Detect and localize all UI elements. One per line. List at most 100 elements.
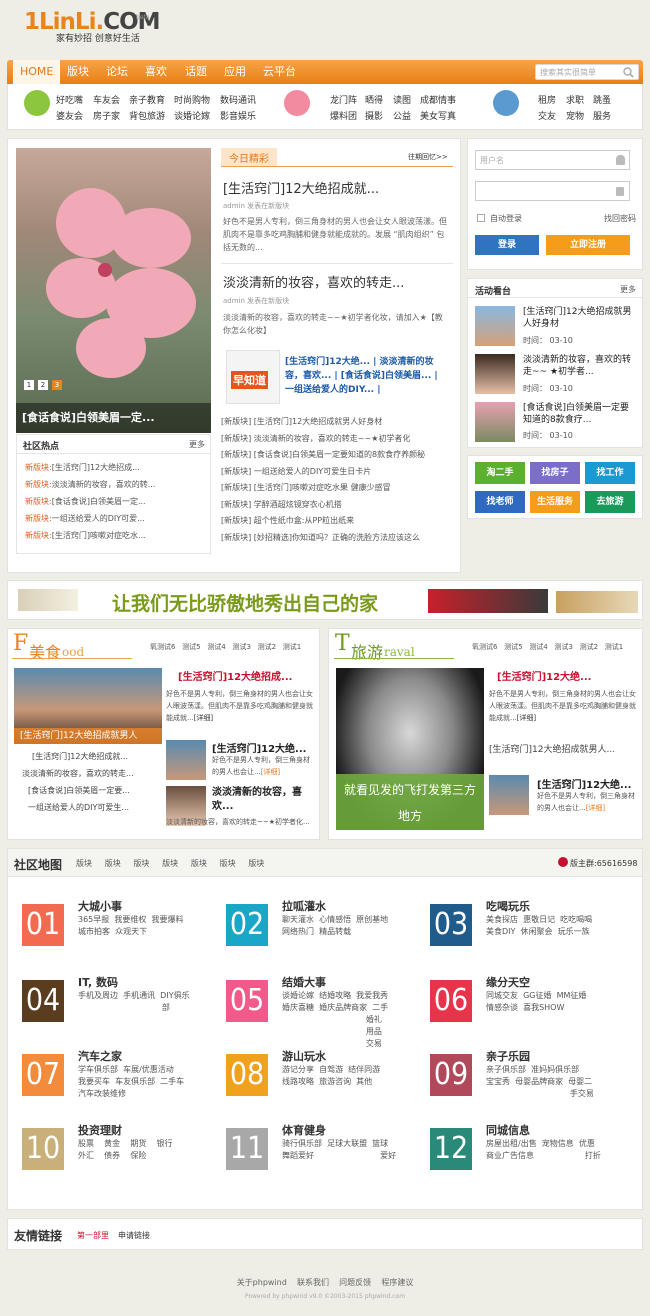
footer-link[interactable]: 程序建议 <box>381 1278 413 1287</box>
category-number[interactable]: 10 <box>22 1128 64 1170</box>
list-item[interactable]: 新版块:[食话食说]白领美眉一定... <box>25 493 155 510</box>
footer-link[interactable]: 关于phpwind <box>237 1278 287 1287</box>
tab-item[interactable]: 版块 <box>133 859 149 868</box>
category-title[interactable]: IT, 数码 <box>78 974 118 990</box>
activity-thumb[interactable] <box>475 354 515 394</box>
quick-link[interactable]: 晒得 <box>365 93 383 106</box>
category-number[interactable]: 07 <box>22 1054 64 1096</box>
category-number[interactable]: 04 <box>22 980 64 1022</box>
site-logo[interactable]: 1LinLi.COM 家有妙招 创意好生活 beta <box>24 10 164 52</box>
category-links[interactable]: 手机及周边 手机通讯 DIY俱乐 部 <box>78 990 190 1014</box>
list-item[interactable]: [新版块] 一组送给爱人的DIY可爱生日卡片 <box>221 464 425 481</box>
travel-side-title[interactable]: [生活窍门]12大绝... <box>537 776 631 791</box>
list-item[interactable]: [新版块] [生活窍门]12大绝招成就男人好身材 <box>221 414 425 431</box>
quick-link[interactable]: 求职 <box>566 93 584 106</box>
forgot-password-link[interactable]: 找回密码 <box>604 213 636 224</box>
community-more-link[interactable]: 更多 <box>189 439 205 450</box>
zhidao-links[interactable]: [生活窍门]12大绝... | 淡淡清新的妆容，喜欢... | [食话食说]白领… <box>285 355 445 397</box>
hot-caption[interactable]: [食话食说]白领美眉一定... <box>16 403 211 433</box>
quick-link[interactable]: 跳蚤 <box>593 93 611 106</box>
category-links[interactable]: 聊天灌水 心情感悟 原创基地 网络热门 精品转载 <box>282 914 388 938</box>
list-item[interactable]: [新版块] [妙招精选]你知道吗？正确的洗脸方法应该这么 <box>221 530 425 547</box>
tab-item[interactable]: 版块 <box>248 859 264 868</box>
list-item[interactable]: 一组送给爱人的DIY可爱生... <box>18 799 134 816</box>
list-item[interactable]: 新版块:一组送给爱人的DIY可爱... <box>25 510 155 527</box>
category-number[interactable]: 09 <box>430 1054 472 1096</box>
category-links[interactable]: 游记分享 自驾游 结伴同游 线路攻略 旅游咨询 其他 <box>282 1064 380 1088</box>
quick-link[interactable]: 交友 <box>538 109 556 122</box>
activity-more-link[interactable]: 更多 <box>620 284 636 295</box>
activity-item-title[interactable]: 淡淡清新的妆容，喜欢的转走~~ ★初学者... <box>523 354 635 378</box>
quick-link[interactable]: 影音娱乐 <box>220 109 256 122</box>
list-item[interactable]: [新版块] 学醉酒超炫镜穿衣心机搭 <box>221 497 425 514</box>
list-item[interactable]: 新版块:[生活窍门]12大绝招成... <box>25 459 155 476</box>
category-number[interactable]: 06 <box>430 980 472 1022</box>
nav-home[interactable]: HOME <box>13 60 61 84</box>
friend-link[interactable]: 第一部里 <box>77 1230 109 1241</box>
quick-link[interactable]: 好吃嘴 <box>56 93 83 106</box>
tab-item[interactable]: 测试2 <box>258 643 276 651</box>
tab-item[interactable]: 测试5 <box>182 643 200 651</box>
category-title[interactable]: 拉呱灌水 <box>282 898 326 914</box>
quick-link[interactable]: 服务 <box>593 109 611 122</box>
quick-link[interactable]: 谈婚论嫁 <box>174 109 210 122</box>
hot-image[interactable]: [食话食说]白领美眉一定... <box>16 148 211 433</box>
tab-item[interactable]: 版块 <box>76 859 92 868</box>
tab-item[interactable]: 测试1 <box>283 643 301 651</box>
service-house[interactable]: 找房子 <box>530 462 580 484</box>
category-title[interactable]: 汽车之家 <box>78 1048 122 1064</box>
category-number[interactable]: 02 <box>226 904 268 946</box>
list-item[interactable]: [生活窍门]12大绝招成就... <box>18 748 134 765</box>
category-links[interactable]: 同城交友 GG征婚 MM征婚 情感杂谈 喜我SHOW <box>486 990 586 1014</box>
article-title[interactable]: [生活窍门]12大绝招成就... <box>223 178 379 197</box>
category-links[interactable]: 亲子俱乐部 准妈妈俱乐部 宝宝秀 母婴品牌商家 母婴二 手交易 <box>486 1064 594 1100</box>
travel-main-title[interactable]: [生活窍门]12大绝... <box>497 668 591 683</box>
footer-link[interactable]: 问题反馈 <box>339 1278 371 1287</box>
nav-like[interactable]: 喜欢 <box>145 60 167 84</box>
category-links[interactable]: 学车俱乐部 车展/优惠活动 我要买车 车友俱乐部 二手车 汽车改装维修 <box>78 1064 184 1100</box>
quick-link[interactable]: 美女写真 <box>420 109 456 122</box>
service-life[interactable]: 生活服务 <box>530 491 580 513</box>
banner[interactable]: 让我们无比骄傲地秀出自己的家 <box>7 580 643 620</box>
category-number[interactable]: 01 <box>22 904 64 946</box>
nav-app[interactable]: 应用 <box>224 60 246 84</box>
nav-topic[interactable]: 话题 <box>185 60 207 84</box>
apply-link[interactable]: 申请链接 <box>118 1230 150 1241</box>
category-number[interactable]: 03 <box>430 904 472 946</box>
list-item[interactable]: [食话食说]白领美眉一定要... <box>18 782 134 799</box>
remember-checkbox[interactable] <box>477 214 485 222</box>
tab-item[interactable]: 测试3 <box>232 643 250 651</box>
category-links[interactable]: 谈婚论嫁 结婚攻略 我爱我秀 婚庆喜糖 婚庆品牌商家 二手 婚礼 用品 交易 <box>282 990 388 1050</box>
activity-item-title[interactable]: [生活窍门]12大绝招成就男人好身材 <box>523 306 635 330</box>
quick-link[interactable]: 读图 <box>393 93 411 106</box>
quick-link[interactable]: 龙门阵 <box>330 93 357 106</box>
list-item[interactable]: 新版块:[生活窍门]咳嗽对症吃水... <box>25 527 155 544</box>
service-secondhand[interactable]: 淘二手 <box>475 462 525 484</box>
password-input[interactable] <box>475 181 630 201</box>
slide-page-2[interactable]: 2 <box>38 380 48 390</box>
service-travel[interactable]: 去旅游 <box>585 491 635 513</box>
tab-item[interactable]: 版块 <box>105 859 121 868</box>
nav-cloud[interactable]: 云平台 <box>263 60 296 84</box>
category-number[interactable]: 08 <box>226 1054 268 1096</box>
activity-item-title[interactable]: [食话食说]白领美眉一定要知道的8款食疗... <box>523 402 635 426</box>
category-title[interactable]: 吃喝玩乐 <box>486 898 530 914</box>
tab-item[interactable]: 测试4 <box>529 643 547 651</box>
category-number[interactable]: 11 <box>226 1128 268 1170</box>
tab-item[interactable]: 测试4 <box>207 643 225 651</box>
category-title[interactable]: 大城小事 <box>78 898 122 914</box>
search-icon[interactable] <box>623 67 634 78</box>
activity-thumb[interactable] <box>475 306 515 346</box>
register-button[interactable]: 立即注册 <box>546 235 630 255</box>
category-title[interactable]: 体育健身 <box>282 1122 326 1138</box>
quick-link[interactable]: 时尚购物 <box>174 93 210 106</box>
food-thumb[interactable] <box>166 740 206 780</box>
quick-link[interactable]: 背包旅游 <box>129 109 165 122</box>
quick-link[interactable]: 租房 <box>538 93 556 106</box>
slide-page-3[interactable]: 3 <box>52 380 62 390</box>
quick-link[interactable]: 车友会 <box>93 93 120 106</box>
tab-item[interactable]: 测试2 <box>580 643 598 651</box>
login-button[interactable]: 登录 <box>475 235 539 255</box>
list-item[interactable]: [新版块] 淡淡清新的妆容，喜欢的转走~~★初学者化 <box>221 431 425 448</box>
category-title[interactable]: 结婚大事 <box>282 974 326 990</box>
